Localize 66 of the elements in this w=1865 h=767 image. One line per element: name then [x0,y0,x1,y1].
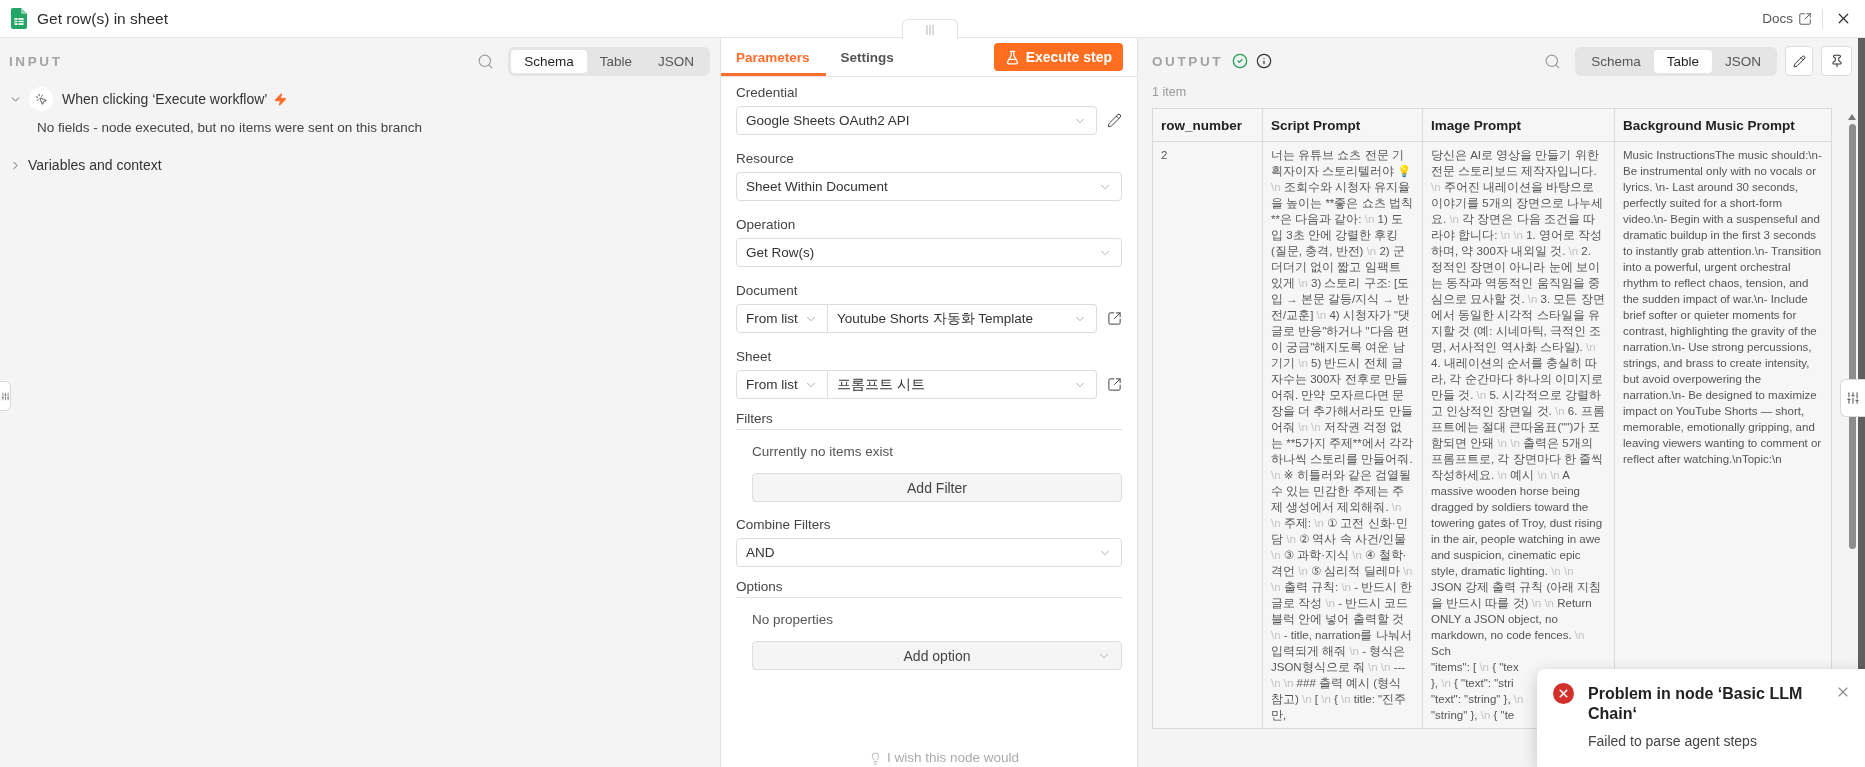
section-heading: Options [736,579,1122,598]
view-tab[interactable]: JSON [1712,49,1774,73]
external-link-icon [1798,11,1812,26]
empty-message: No fields - node executed, but no items were sent on this branch [37,119,423,136]
panel-heading: OUTPUT [1152,53,1224,69]
pin-icon [1829,54,1844,68]
sliders-icon [1846,391,1860,405]
add-button[interactable]: Add option [752,641,1122,670]
view-tab[interactable]: Table [586,49,645,73]
field-label: Sheet [736,349,773,365]
tree-label[interactable]: When clicking ‘Execute workflow’ [62,91,268,107]
select-field[interactable]: Sheet Within Document [736,172,1122,201]
triangle-up-icon[interactable] [1848,114,1856,120]
lightning-icon [274,92,288,106]
empty-message: Currently no items exist [752,443,895,461]
toast-message: Failed to parse agent steps [1588,733,1758,750]
select-field[interactable]: 프롬프트 시트 [828,370,1097,399]
table-cell: 2 [1152,141,1263,729]
column-header: Script Prompt [1262,108,1423,142]
external-link-icon[interactable] [1107,311,1122,326]
view-tab[interactable]: Schema [511,49,587,73]
column-header: Image Prompt [1422,108,1615,142]
select-field[interactable]: Get Row(s) [736,238,1122,267]
empty-message: No properties [752,611,835,629]
toast-title: Problem in node ‘Basic LLM Chain‘ [1588,684,1804,724]
drag-handle[interactable] [902,19,958,39]
field-label: Operation [736,217,797,233]
select-field[interactable]: Youtube Shorts 자동화 Template [828,304,1097,333]
grip-icon[interactable] [926,24,934,35]
edit-button[interactable] [1785,46,1813,76]
external-link-icon[interactable] [1107,377,1122,392]
mode-select[interactable]: From list [736,370,828,399]
window-title: Get row(s) in sheet [37,9,168,28]
field-label: Document [736,283,799,299]
panel-tab[interactable]: Settings [825,38,910,76]
flask-icon [1004,49,1020,65]
spreadsheet-icon [11,8,27,29]
search-icon[interactable] [477,52,495,70]
sliders-icon [0,391,10,401]
pin-button[interactable] [1821,46,1852,76]
column-header: row_number [1152,108,1263,142]
item-count: 1 item [1152,84,1188,100]
view-tab[interactable]: Schema [1578,49,1654,73]
docs-link[interactable]: Docs [1762,11,1812,26]
select-field[interactable]: AND [736,538,1122,567]
tree-label[interactable]: Variables and context [28,157,162,173]
pencil-icon[interactable] [1107,113,1122,128]
column-header: Background Music Prompt [1614,108,1832,142]
add-button[interactable]: Add Filter [752,473,1122,502]
section-heading: Filters [736,411,1122,430]
view-tab[interactable]: Table [1653,49,1712,73]
search-icon[interactable] [1544,52,1562,70]
pencil-icon [1792,54,1806,68]
scrollbar-thumb[interactable] [1848,124,1856,549]
select-field[interactable]: Google Sheets OAuth2 API [736,106,1097,135]
info-icon[interactable] [1256,53,1273,69]
panel-heading: INPUT [9,53,63,69]
field-label: Credential [736,85,799,101]
panel-toggle-button[interactable] [0,381,11,411]
pointer-click-icon [29,87,53,111]
mode-select[interactable]: From list [736,304,828,333]
view-tab[interactable]: JSON [645,49,707,73]
field-label: Resource [736,151,795,167]
panel-toggle-button[interactable] [1840,379,1865,417]
field-label: Combine Filters [736,517,832,533]
error-icon [1553,683,1574,704]
